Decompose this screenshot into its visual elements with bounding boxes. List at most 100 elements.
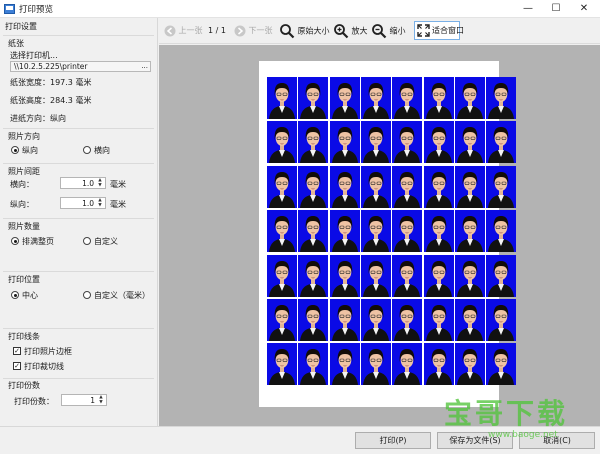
id-photo (486, 254, 517, 297)
position-center-radio[interactable] (11, 291, 19, 299)
position-title: 打印位置 (8, 275, 40, 284)
quantity-section: 照片数量 排满整页 自定义 (3, 218, 154, 268)
copies-label: 打印份数： (14, 397, 54, 406)
zoom-in-button[interactable]: 放大 (333, 23, 368, 39)
zoom-out-button[interactable]: 缩小 (371, 23, 406, 39)
page-indicator: 1 / 1 (208, 26, 226, 35)
position-custom-label: 自定义（毫米） (94, 291, 150, 300)
quantity-custom-radio[interactable] (83, 237, 91, 245)
id-photo (329, 343, 360, 386)
id-photo (298, 210, 329, 253)
copies-value: 1 (90, 396, 95, 405)
lines-section: 打印线条 ✓ 打印照片边框 ✓ 打印裁切线 (3, 328, 154, 378)
paper-feed-text: 进纸方向：纵向 (10, 114, 66, 123)
print-button[interactable]: 打印(P) (355, 432, 431, 449)
fit-window-label: 适合窗口 (432, 26, 464, 35)
title-bar: 打印预览 — ☐ ✕ (0, 0, 600, 18)
copies-section: 打印份数 打印份数： 1 ▲ ▼ (3, 378, 154, 424)
id-photo (486, 165, 517, 208)
id-photo (392, 254, 423, 297)
printer-path-field[interactable]: \\10.2.5.225\printer ... (10, 61, 151, 72)
id-photo (392, 165, 423, 208)
id-photo (329, 165, 360, 208)
paper-sheet (259, 61, 517, 407)
print-settings-panel: 打印设置 纸张 选择打印机... \\10.2.5.225\printer ..… (0, 18, 158, 426)
orientation-section: 照片方向 纵向 横向 (3, 128, 154, 160)
spinner-arrows-icon[interactable]: ▲ ▼ (96, 198, 104, 208)
arrow-left-icon (164, 25, 176, 36)
id-photo (486, 299, 517, 341)
zoom-out-icon (372, 24, 387, 39)
id-photo (454, 165, 485, 208)
horizontal-spacing-stepper[interactable]: 1.0 ▲ ▼ (60, 177, 106, 189)
id-photo (486, 121, 517, 164)
arrow-right-icon (234, 25, 246, 36)
vertical-spacing-label: 纵向： (10, 200, 34, 209)
prev-page-button[interactable]: 上一张 (164, 23, 203, 39)
quantity-fill-page-radio[interactable] (11, 237, 19, 245)
bottom-bar: 打印(P) 保存为文件(S) 取消(C) (0, 426, 600, 454)
copies-stepper[interactable]: 1 ▲ ▼ (61, 394, 107, 406)
id-photo (329, 210, 360, 253)
next-page-label: 下一张 (248, 26, 273, 35)
maximize-button[interactable]: ☐ (542, 0, 570, 18)
id-photo (298, 343, 329, 386)
print-cutline-checkbox[interactable]: ✓ (13, 362, 21, 370)
quantity-title: 照片数量 (8, 222, 40, 231)
id-photo (423, 299, 454, 341)
zoom-in-icon (334, 24, 349, 39)
save-to-file-button[interactable]: 保存为文件(S) (437, 432, 513, 449)
id-photo (267, 77, 297, 119)
id-photo (486, 77, 517, 119)
id-photo (267, 121, 297, 164)
orientation-portrait-label: 纵向 (22, 146, 38, 155)
print-cutline-label: 打印裁切线 (24, 362, 64, 371)
id-photo (454, 121, 485, 164)
id-photo (298, 254, 329, 297)
position-center-label: 中心 (22, 291, 38, 300)
orientation-portrait-radio[interactable] (11, 146, 19, 154)
orientation-landscape-radio[interactable] (83, 146, 91, 154)
horizontal-spacing-unit: 毫米 (110, 180, 126, 189)
id-photo (423, 165, 454, 208)
id-photo (392, 121, 423, 164)
printer-path-value: \\10.2.5.225\printer (14, 62, 88, 71)
id-photo (267, 299, 297, 341)
id-photo (360, 254, 391, 297)
position-custom-radio[interactable] (83, 291, 91, 299)
spinner-arrows-icon[interactable]: ▲ ▼ (97, 395, 105, 405)
id-photo (298, 77, 329, 119)
preview-toolbar: 上一张 1 / 1 下一张 原始大小 放大 缩小 适合窗口 (159, 18, 600, 44)
print-preview-area[interactable] (159, 45, 600, 426)
magnifier-icon (280, 24, 295, 39)
select-printer-link[interactable]: 选择打印机... (10, 50, 58, 61)
quantity-custom-label: 自定义 (94, 237, 118, 246)
id-photo (454, 299, 485, 341)
original-size-button[interactable]: 原始大小 (279, 23, 330, 39)
id-photo (360, 121, 391, 164)
id-photo (486, 210, 517, 253)
id-photo (392, 343, 423, 386)
id-photo (329, 299, 360, 341)
id-photo (329, 77, 360, 119)
browse-printer-button[interactable]: ... (141, 62, 148, 71)
original-size-label: 原始大小 (297, 26, 330, 36)
next-page-button[interactable]: 下一张 (234, 23, 273, 39)
spinner-arrows-icon[interactable]: ▲ ▼ (96, 178, 104, 188)
window-title: 打印预览 (19, 5, 54, 15)
zoom-out-label: 缩小 (389, 26, 406, 36)
close-button[interactable]: ✕ (570, 0, 598, 18)
horizontal-spacing-label: 横向： (10, 180, 34, 189)
id-photo (423, 121, 454, 164)
minimize-button[interactable]: — (514, 0, 542, 18)
cancel-button[interactable]: 取消(C) (519, 432, 595, 449)
id-photo (454, 343, 485, 386)
id-photo (267, 343, 297, 386)
id-photo (360, 210, 391, 253)
id-photo (392, 299, 423, 341)
fit-window-button[interactable]: 适合窗口 (414, 21, 464, 40)
print-border-checkbox[interactable]: ✓ (13, 347, 21, 355)
id-photo (454, 254, 485, 297)
id-photo (267, 254, 297, 297)
vertical-spacing-stepper[interactable]: 1.0 ▲ ▼ (60, 197, 106, 209)
